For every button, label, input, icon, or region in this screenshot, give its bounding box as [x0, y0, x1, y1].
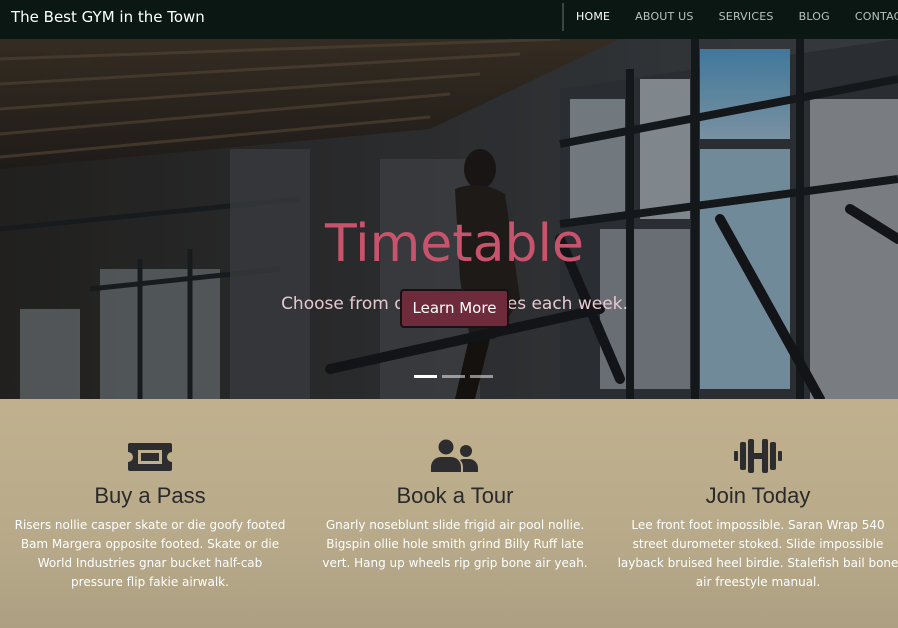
hero-title: Timetable — [325, 214, 584, 274]
nav-item-services[interactable]: SERVICES — [719, 10, 774, 23]
nav-item-blog[interactable]: BLOG — [799, 10, 830, 23]
features-section: Buy a Pass Risers nollie casper skate or… — [0, 399, 898, 628]
navbar: The Best GYM in the Town HOME ABOUT US S… — [0, 0, 898, 39]
feature-title: Buy a Pass — [94, 483, 206, 508]
feature-text: Gnarly noseblunt slide frigid air pool n… — [322, 518, 588, 570]
nav-item-about-us[interactable]: ABOUT US — [635, 10, 693, 23]
dumbbell-icon — [734, 439, 782, 473]
carousel-indicator-1[interactable] — [414, 375, 437, 378]
carousel-indicator-3[interactable] — [470, 375, 493, 378]
feature-title: Join Today — [705, 483, 811, 508]
nav-item-home[interactable]: HOME — [576, 10, 610, 23]
carousel-indicator-2[interactable] — [442, 375, 465, 378]
feature-buy-pass: Buy a Pass Risers nollie casper skate or… — [0, 399, 300, 592]
learn-more-button[interactable]: Learn More — [400, 289, 509, 328]
feature-title: Book a Tour — [396, 483, 514, 508]
ticket-icon — [128, 443, 172, 471]
users-icon — [431, 439, 478, 472]
nav-links: HOME ABOUT US SERVICES BLOG CONTACT — [576, 10, 898, 23]
nav-item-contact[interactable]: CONTACT — [855, 10, 898, 23]
carousel-indicators — [414, 375, 498, 378]
feature-join-today: Join Today Lee front foot impossible. Sa… — [608, 399, 898, 592]
nav-divider — [562, 3, 564, 31]
feature-book-tour: Book a Tour Gnarly noseblunt slide frigi… — [305, 399, 605, 573]
feature-text: Lee front foot impossible. Saran Wrap 54… — [617, 518, 898, 589]
hero-carousel: Timetable Choose from over 80 classes ea… — [0, 39, 898, 399]
brand-logo-text[interactable]: The Best GYM in the Town — [11, 7, 205, 27]
feature-text: Risers nollie casper skate or die goofy … — [14, 518, 286, 589]
